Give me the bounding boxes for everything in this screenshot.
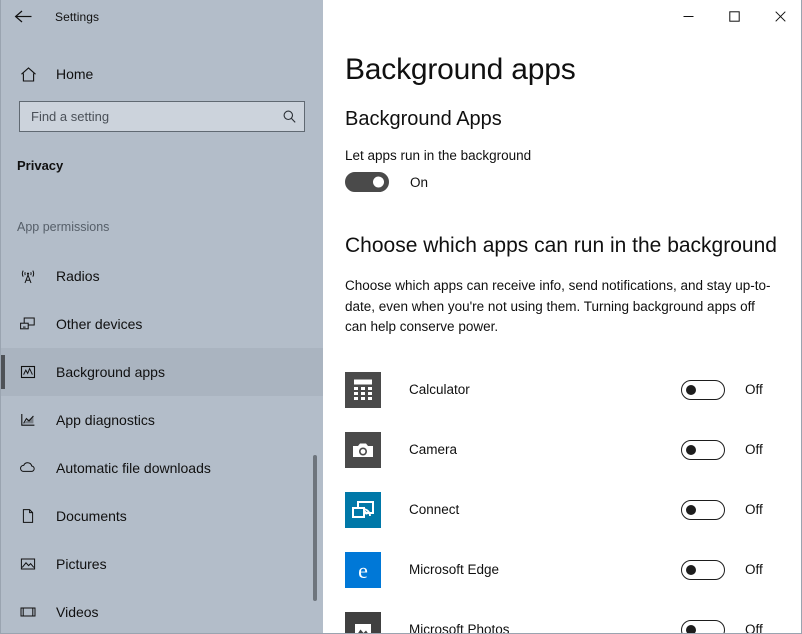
background-apps-icon xyxy=(17,363,39,381)
home-icon xyxy=(17,66,39,83)
app-name: Microsoft Photos xyxy=(409,622,510,634)
master-toggle-caption: Let apps run in the background xyxy=(345,148,532,163)
sidebar-scrollbar[interactable] xyxy=(313,398,317,628)
sidebar-item-pictures[interactable]: Pictures xyxy=(1,540,323,588)
app-name: Connect xyxy=(409,502,460,517)
toggle-knob xyxy=(373,176,384,188)
maximize-button[interactable] xyxy=(711,1,757,33)
main-content: Background apps Background Apps Let apps… xyxy=(323,0,801,634)
app-toggle-wrap: Off xyxy=(681,379,801,400)
toggle-knob xyxy=(686,564,696,575)
list-item: Connect Off xyxy=(345,480,801,540)
sidebar-item-label: Other devices xyxy=(56,316,143,332)
edge-icon: e xyxy=(345,551,381,588)
app-name: Camera xyxy=(409,442,458,457)
window-controls xyxy=(323,0,801,33)
sidebar-item-label: Documents xyxy=(56,508,127,524)
toggle-knob xyxy=(686,384,696,395)
sidebar-item-label: Background apps xyxy=(56,364,165,380)
app-toggle-switch[interactable] xyxy=(681,619,725,633)
sidebar-item-home[interactable]: Home xyxy=(1,54,323,94)
sidebar-item-automatic-file-downloads[interactable]: Automatic file downloads xyxy=(1,444,323,492)
cloud-download-icon xyxy=(17,459,39,477)
pictures-icon xyxy=(17,555,39,573)
toggle-knob xyxy=(686,444,696,455)
search-input[interactable] xyxy=(20,109,274,124)
app-toggle-state: Off xyxy=(745,622,763,634)
app-toggle-state: Off xyxy=(745,562,763,577)
sidebar-group-label: App permissions xyxy=(17,220,110,234)
app-name: Microsoft Edge xyxy=(409,562,500,577)
calculator-icon xyxy=(345,371,381,408)
sidebar-item-app-diagnostics[interactable]: App diagnostics xyxy=(1,396,323,444)
radios-icon xyxy=(17,267,39,285)
document-icon xyxy=(17,507,39,525)
sidebar-item-label: Radios xyxy=(56,268,100,284)
camera-icon xyxy=(345,431,381,468)
sidebar-item-label: App diagnostics xyxy=(56,412,155,428)
sidebar: Home Privacy App permissions xyxy=(1,0,323,633)
app-toggle-switch[interactable] xyxy=(681,439,725,460)
app-toggle-state: Off xyxy=(745,502,763,517)
toggle-knob xyxy=(686,504,696,515)
search-icon[interactable] xyxy=(274,109,304,124)
close-button[interactable] xyxy=(757,1,801,33)
search-box[interactable] xyxy=(19,101,305,132)
connect-icon xyxy=(345,491,381,528)
master-toggle-switch[interactable] xyxy=(345,172,389,192)
sidebar-nav-list: Radios Other devices Background apps App… xyxy=(1,252,323,633)
page-title: Background apps xyxy=(345,53,576,86)
window-title: Settings xyxy=(55,9,100,24)
section-heading: Choose which apps can run in the backgro… xyxy=(345,234,777,257)
master-toggle-row: On xyxy=(345,172,801,192)
list-item: Microsoft Photos Off xyxy=(345,600,801,634)
minimize-button[interactable] xyxy=(665,1,711,33)
title-bar-left: Settings xyxy=(1,0,323,33)
app-list: Calculator Off Camera Off Connect Off e … xyxy=(345,360,801,634)
sidebar-item-videos[interactable]: Videos xyxy=(1,588,323,633)
app-toggle-wrap: Off xyxy=(681,439,801,460)
app-toggle-state: Off xyxy=(745,382,763,397)
back-arrow-icon[interactable] xyxy=(1,1,45,33)
toggle-knob xyxy=(686,624,696,633)
svg-text:e: e xyxy=(358,558,368,583)
app-toggle-state: Off xyxy=(745,442,763,457)
sidebar-scrollbar-thumb[interactable] xyxy=(313,455,317,601)
app-toggle-wrap: Off xyxy=(681,499,801,520)
master-toggle-state: On xyxy=(410,174,429,190)
sidebar-item-label: Pictures xyxy=(56,556,107,572)
sidebar-item-other-devices[interactable]: Other devices xyxy=(1,300,323,348)
list-item: Calculator Off xyxy=(345,360,801,420)
list-item: Camera Off xyxy=(345,420,801,480)
sub-heading: Background Apps xyxy=(345,108,502,130)
app-toggle-wrap: Off xyxy=(681,619,801,634)
app-diagnostics-icon xyxy=(17,411,39,429)
search-container xyxy=(19,101,305,132)
sidebar-item-documents[interactable]: Documents xyxy=(1,492,323,540)
photos-icon xyxy=(345,611,381,633)
sidebar-item-label: Videos xyxy=(56,604,99,620)
app-toggle-switch[interactable] xyxy=(681,499,725,520)
sidebar-item-radios[interactable]: Radios xyxy=(1,252,323,300)
sidebar-home-label: Home xyxy=(56,66,94,82)
app-toggle-wrap: Off xyxy=(681,559,801,580)
app-toggle-switch[interactable] xyxy=(681,559,725,580)
app-name: Calculator xyxy=(409,382,470,397)
sidebar-item-label: Automatic file downloads xyxy=(56,460,211,476)
section-description: Choose which apps can receive info, send… xyxy=(345,278,771,334)
title-bar: Settings xyxy=(1,0,801,33)
sidebar-item-background-apps[interactable]: Background apps xyxy=(1,348,323,396)
videos-icon xyxy=(17,603,39,621)
app-toggle-switch[interactable] xyxy=(681,379,725,400)
other-devices-icon xyxy=(17,315,39,333)
settings-window: Home Privacy App permissions xyxy=(0,0,802,634)
sidebar-section-title: Privacy xyxy=(17,158,64,173)
list-item: e Microsoft Edge Off xyxy=(345,540,801,600)
